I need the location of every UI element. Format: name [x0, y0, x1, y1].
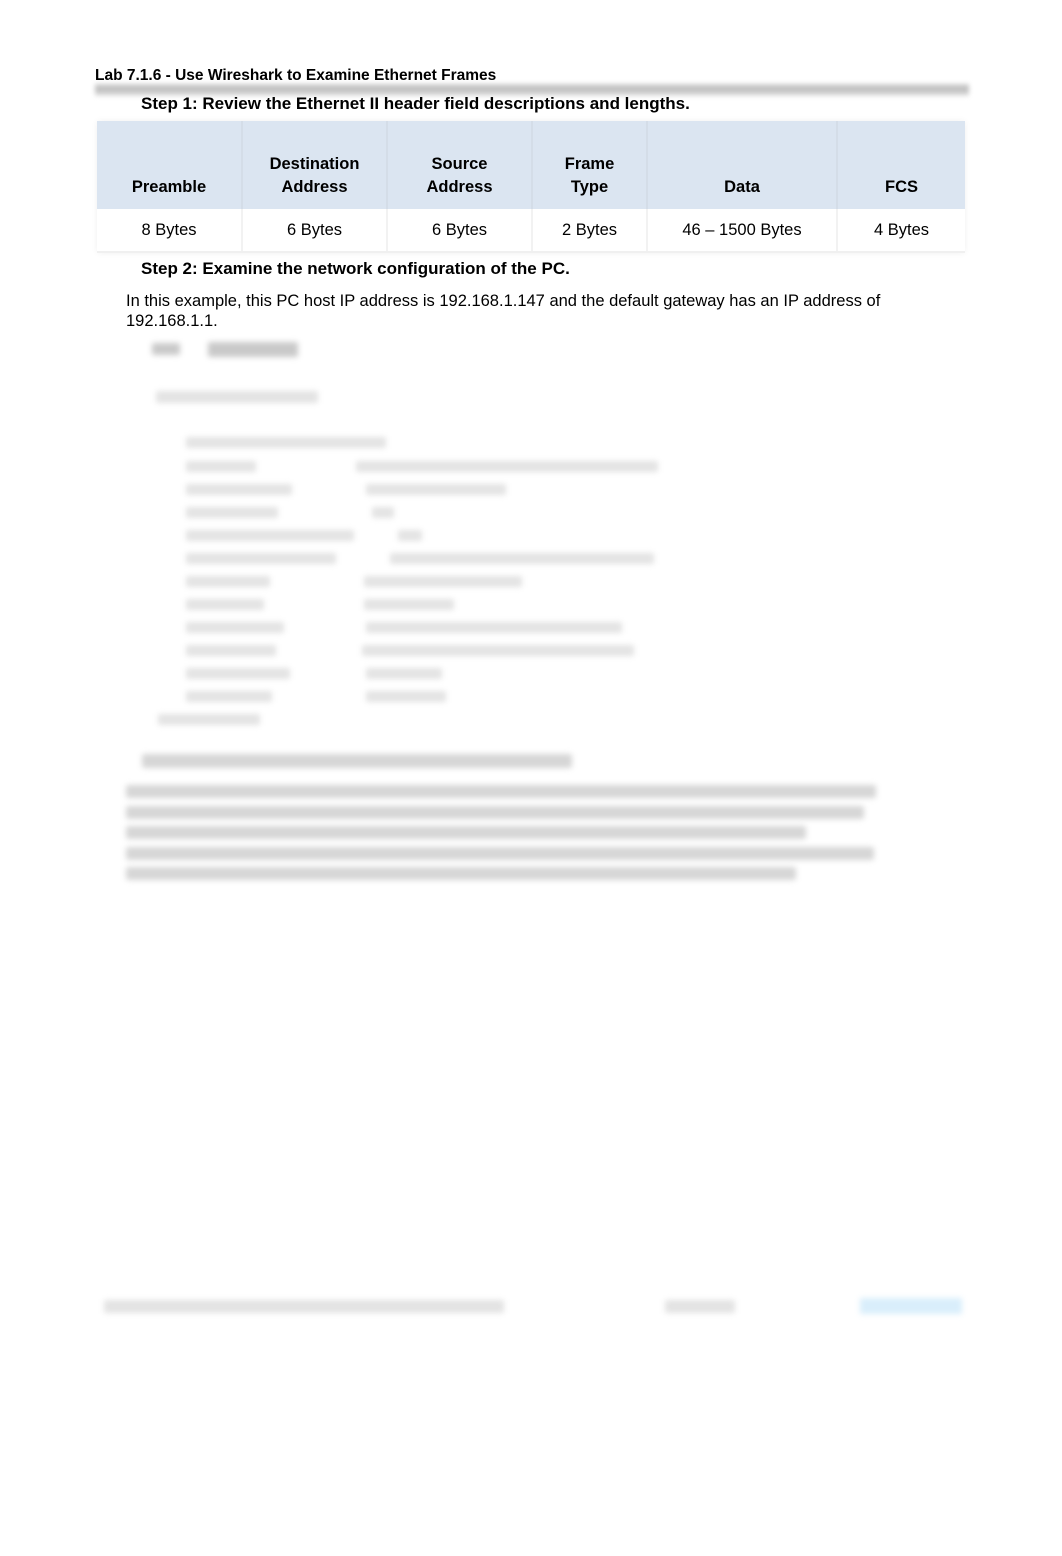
footer-page-number: [665, 1300, 735, 1313]
step1-heading: Step 1: Review the Ethernet II header fi…: [141, 94, 690, 113]
blurred-command: [208, 342, 298, 357]
cell-destination-length: 6 Bytes: [242, 209, 388, 253]
blurred-line: [156, 391, 318, 403]
header-source-address: Source Address: [387, 121, 533, 209]
header-fcs: FCS: [837, 121, 965, 209]
cell-source-length: 6 Bytes: [387, 209, 533, 253]
step2-heading: Step 2: Examine the network configuratio…: [141, 259, 570, 278]
ethernet-frame-table: Preamble Destination Address Source Addres…: [97, 121, 965, 253]
table-header-row: Preamble Destination Address Source Addres…: [97, 121, 965, 209]
header-preamble: Preamble: [97, 121, 243, 209]
blurred-prompt: [152, 343, 180, 355]
header-data: Data: [647, 121, 838, 209]
header-destination-address: Destination Address: [242, 121, 388, 209]
blurred-step3-heading: [142, 754, 572, 768]
footer-logo: [860, 1298, 962, 1314]
step2-paragraph: In this example, this PC host IP address…: [126, 292, 881, 330]
cell-data-length: 46 – 1500 Bytes: [647, 209, 838, 253]
header-frame-type: Frame Type: [532, 121, 648, 209]
cell-fcs-length: 4 Bytes: [837, 209, 965, 253]
cell-frame-type-length: 2 Bytes: [532, 209, 648, 253]
cell-preamble-length: 8 Bytes: [97, 209, 243, 253]
footer-copyright: [104, 1300, 504, 1313]
document-title: Lab 7.1.6 - Use Wireshark to Examine Eth…: [95, 67, 497, 84]
table-row: 8 Bytes 6 Bytes 6 Bytes 2 Bytes 46 – 150…: [97, 209, 965, 253]
